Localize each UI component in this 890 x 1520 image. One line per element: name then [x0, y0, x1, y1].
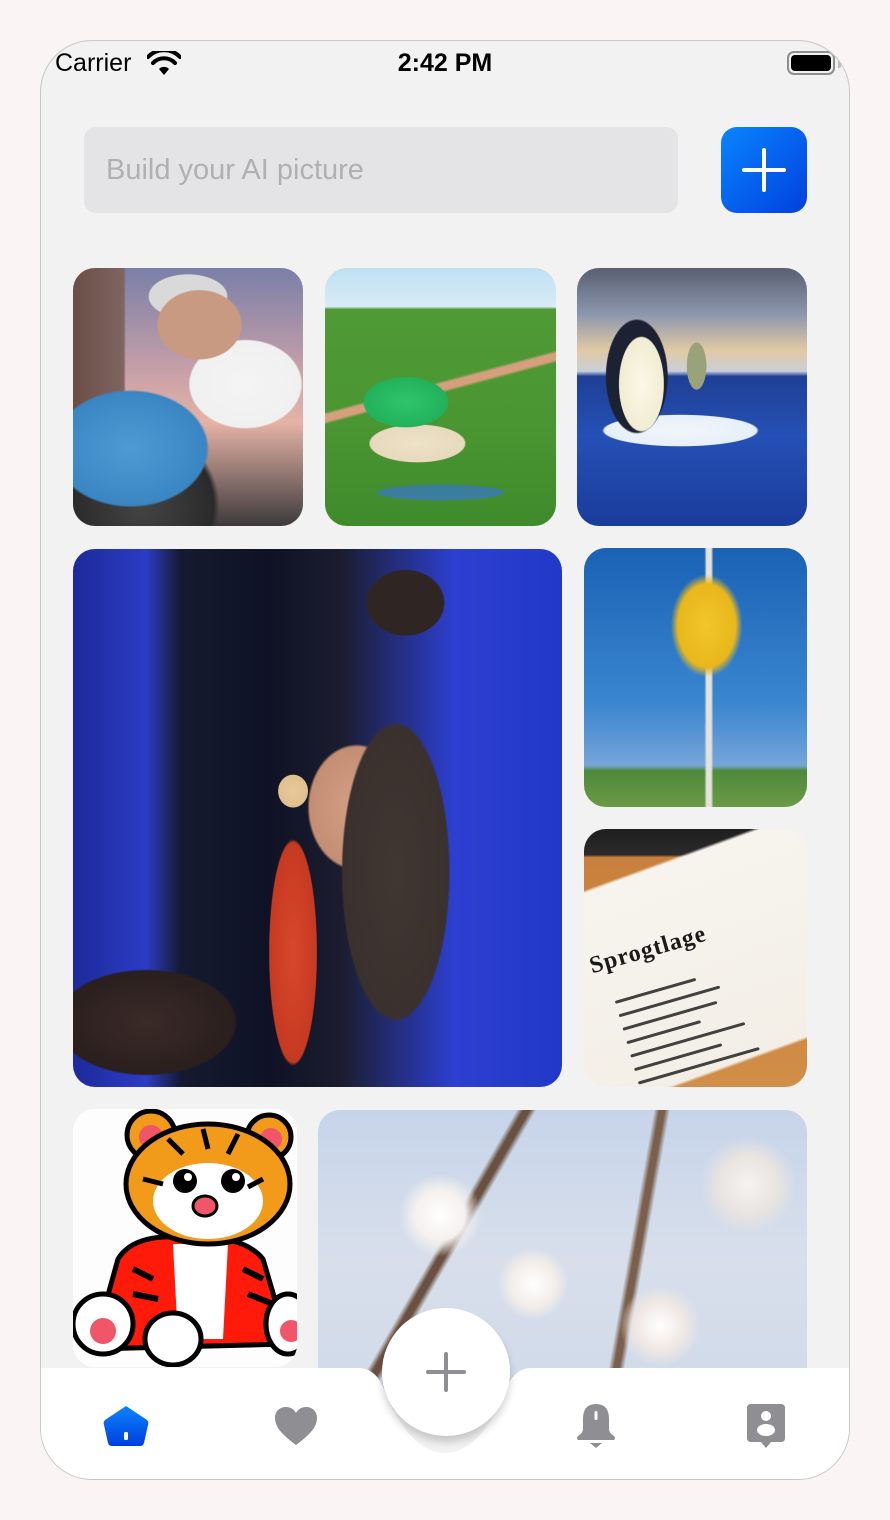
gallery-image-runway[interactable]: [73, 549, 562, 1087]
home-icon: [103, 1406, 149, 1446]
tab-home[interactable]: [96, 1396, 156, 1456]
add-button[interactable]: [721, 127, 807, 213]
plus-icon: [426, 1352, 466, 1392]
heart-icon: [275, 1407, 317, 1445]
battery-full-icon: [787, 51, 835, 75]
create-fab-button[interactable]: [382, 1308, 510, 1436]
tiger-illustration: [73, 1109, 297, 1367]
battery-tip: [838, 58, 841, 68]
notes-lines: [612, 952, 777, 1087]
tab-favorites[interactable]: [266, 1396, 326, 1456]
bell-icon: [577, 1404, 615, 1448]
status-bar: Carrier 2:42 PM: [41, 41, 849, 87]
prompt-input[interactable]: [84, 127, 678, 213]
plus-icon: [742, 148, 786, 192]
tab-profile[interactable]: [736, 1396, 796, 1456]
app-screen: Carrier 2:42 PM Sprogtlage: [40, 40, 850, 1480]
gallery-image-penguin[interactable]: [577, 268, 807, 526]
tab-notifications[interactable]: [566, 1396, 626, 1456]
gallery-image-tiger[interactable]: [73, 1109, 297, 1367]
gallery-image-tree[interactable]: [584, 548, 807, 807]
gallery-image-yoga[interactable]: [325, 268, 556, 526]
profile-icon: [747, 1404, 785, 1448]
gallery-image-notes[interactable]: Sprogtlage: [584, 829, 807, 1087]
clock: 2:42 PM: [397, 49, 493, 77]
gallery-image-mechanic[interactable]: [73, 268, 303, 526]
